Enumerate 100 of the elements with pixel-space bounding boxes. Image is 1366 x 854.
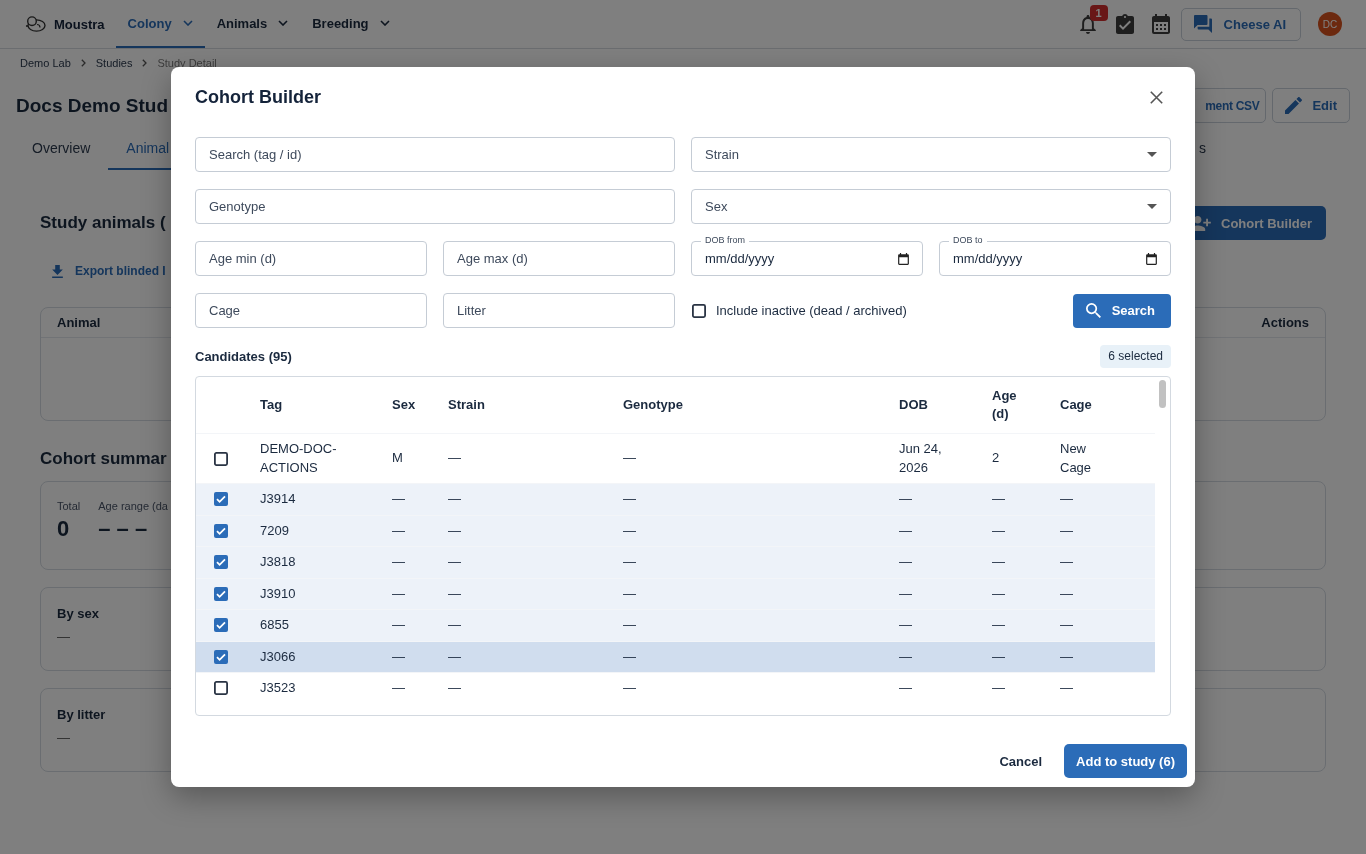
text-field[interactable]: Age max (d) — [443, 241, 675, 276]
table-cell: — — [1060, 585, 1073, 601]
table-cell: — — [623, 450, 636, 466]
table-cell: — — [992, 680, 1005, 695]
export-link[interactable]: Export blinded I — [40, 260, 166, 282]
table-cell: — — [992, 491, 1005, 506]
table-cell: — — [899, 554, 912, 569]
table-cell: — — [448, 680, 461, 695]
row-checkbox[interactable] — [214, 586, 228, 601]
table-cell: — — [899, 680, 912, 695]
table-cell: — — [392, 585, 405, 601]
row-checkbox[interactable] — [214, 492, 228, 507]
text-field[interactable]: Litter — [443, 293, 675, 328]
column-header: Age (d) — [992, 388, 1017, 421]
column-header: Animal — [57, 315, 101, 330]
calendar-icon[interactable] — [1146, 252, 1157, 265]
chevron-down-icon — [278, 20, 289, 26]
table-row[interactable]: 6855 — — — — — — — [196, 609, 1155, 641]
table-cell: M — [392, 450, 403, 466]
text-field[interactable]: Search (tag / id) — [195, 137, 675, 172]
confirm-button[interactable]: Add to study (6) — [1064, 744, 1187, 778]
bell-icon[interactable] — [1079, 14, 1096, 34]
cancel-button[interactable]: Cancel — [991, 744, 1051, 778]
table-cell: J3914 — [260, 491, 296, 506]
download-icon — [52, 264, 63, 278]
nav-menu[interactable]: Animals — [204, 0, 301, 48]
table-cell: — — [392, 617, 405, 632]
table-row[interactable]: J3066 — — — — — — — [196, 641, 1155, 673]
nav-menu[interactable]: Colony — [115, 0, 205, 48]
breadcrumb-item[interactable]: Studies — [95, 56, 133, 69]
caret-down-icon — [1147, 204, 1157, 209]
table-cell: — — [448, 554, 461, 569]
brand-name: Moustra — [54, 16, 105, 32]
row-checkbox[interactable] — [214, 681, 228, 696]
table-cell: — — [992, 522, 1005, 538]
chevron-right-icon — [80, 58, 86, 67]
stat-label: Total — [57, 500, 81, 512]
table-cell: — — [623, 554, 636, 569]
table-cell: — — [448, 617, 461, 632]
table-cell: — — [623, 648, 636, 664]
stat-label: Age range (da — [98, 500, 168, 512]
candidates-count: Candidates (95) — [195, 349, 292, 364]
table-cell: J3523 — [260, 680, 296, 695]
table-cell: — — [899, 522, 912, 538]
csv-button[interactable]: ment CSV — [1192, 88, 1267, 123]
table-row[interactable]: J3818 — — — — — — — [196, 546, 1155, 578]
search-button[interactable]: Search — [1072, 293, 1171, 328]
table-cell: — — [899, 491, 912, 506]
select-field[interactable]: Strain — [691, 137, 1171, 172]
chat-icon — [1193, 15, 1212, 33]
table-row[interactable]: J3523 — — — — — — — [196, 672, 1155, 704]
selected-count-chip: 6 selected — [1100, 345, 1171, 368]
table-cell: — — [1060, 491, 1073, 506]
notification-badge: 1 — [1089, 4, 1108, 21]
chevron-down-icon — [379, 20, 390, 26]
table-cell: — — [623, 491, 636, 506]
table-cell: — — [392, 680, 405, 695]
nav-menu[interactable]: Breeding — [300, 0, 402, 48]
assistant-button[interactable]: Cheese AI — [1180, 7, 1301, 41]
row-checkbox[interactable] — [214, 451, 228, 466]
row-checkbox[interactable] — [214, 555, 228, 570]
column-header: Strain — [448, 397, 485, 412]
table-cell: — — [992, 648, 1005, 664]
text-field[interactable]: Cage — [195, 293, 427, 328]
table-cell: — — [992, 617, 1005, 632]
table-row[interactable]: 7209 — — — — — — — [196, 515, 1155, 547]
table-cell: — — [392, 522, 405, 538]
search-icon — [1085, 303, 1101, 318]
edit-button[interactable]: Edit — [1272, 88, 1350, 123]
select-field[interactable]: Sex — [691, 189, 1171, 224]
clipboard-check-icon[interactable] — [1115, 14, 1134, 34]
table-cell: Jun 24, 2026 — [899, 441, 942, 475]
column-header: DOB — [899, 397, 928, 412]
section-title: Study animals ( — [40, 213, 166, 233]
table-cell: — — [392, 491, 405, 506]
scrollbar-thumb[interactable] — [1159, 380, 1166, 408]
calendar-icon[interactable] — [898, 252, 909, 265]
table-cell: J3910 — [260, 585, 296, 601]
breadcrumb-item[interactable]: Demo Lab — [20, 56, 71, 69]
avatar[interactable]: DC — [1318, 12, 1342, 36]
table-cell: — — [448, 522, 461, 538]
table-cell: — — [992, 554, 1005, 569]
table-row[interactable]: J3910 — — — — — — — [196, 578, 1155, 610]
table-row[interactable]: DEMO-DOC-ACTIONS M — — Jun 24, 2026 2 New Cage — [196, 433, 1155, 484]
checkbox[interactable] — [692, 303, 706, 318]
table-cell: New Cage — [1060, 441, 1092, 475]
table-cell: — — [899, 648, 912, 664]
table-cell: — — [623, 680, 636, 695]
column-header: Genotype — [623, 397, 683, 412]
checkbox-label: Include inactive (dead / archived) — [716, 303, 907, 318]
row-checkbox[interactable] — [214, 649, 228, 664]
text-field[interactable]: Age min (d) — [195, 241, 427, 276]
card-title: By sex — [57, 606, 99, 621]
text-field[interactable]: Genotype — [195, 189, 675, 224]
stat-value: 0 — [57, 516, 70, 542]
row-checkbox[interactable] — [214, 618, 228, 633]
table-row[interactable]: J3914 — — — — — — — [196, 483, 1155, 515]
tab[interactable]: s — [1181, 128, 1224, 170]
tab[interactable]: Overview — [14, 128, 109, 170]
row-checkbox[interactable] — [214, 523, 228, 538]
